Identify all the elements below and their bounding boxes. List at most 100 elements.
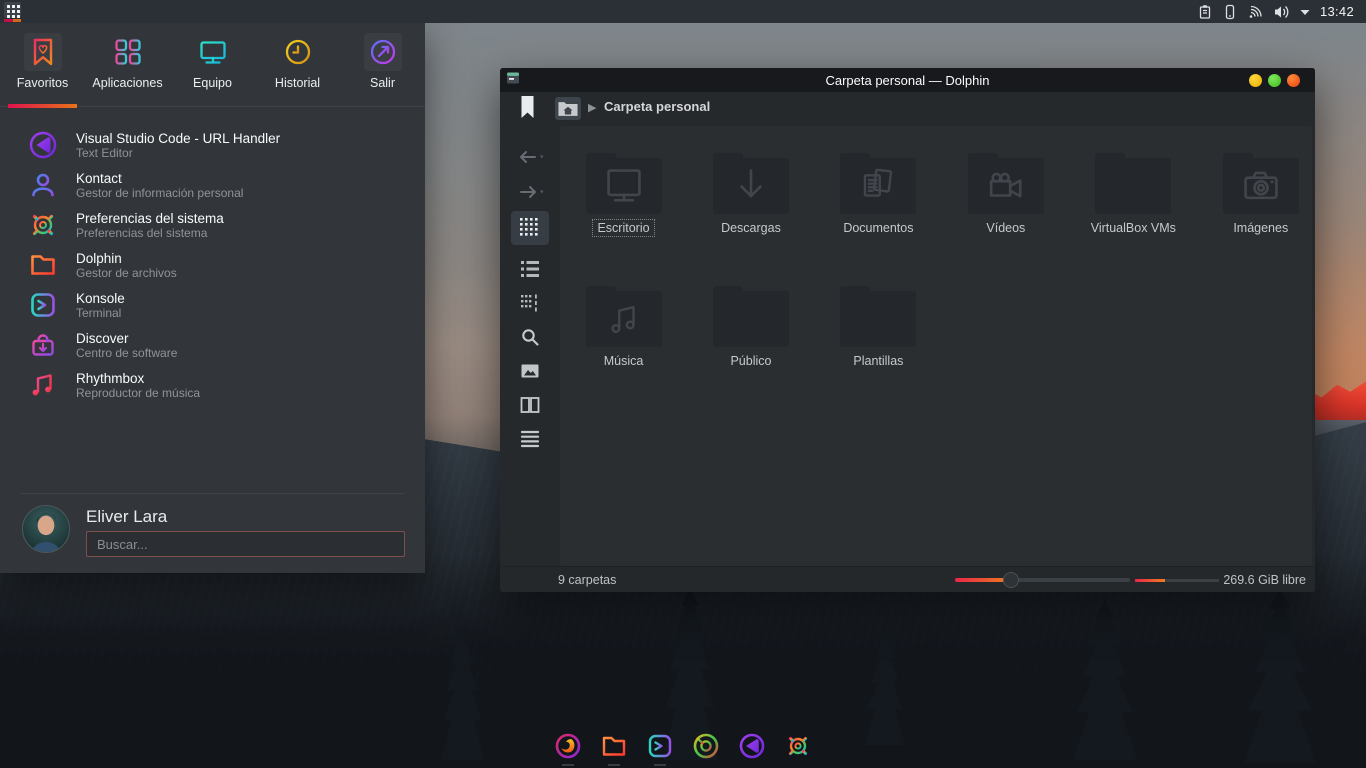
folder-icon [840, 291, 916, 347]
folder-publico[interactable]: Público [689, 285, 812, 370]
system-tray: 13:42 [1197, 4, 1366, 20]
search-icon[interactable] [511, 322, 549, 352]
chevron-right-icon: ▶ [588, 101, 596, 114]
folder-icon [1223, 158, 1299, 214]
clipboard-icon[interactable] [1197, 4, 1213, 20]
list-view-button[interactable] [511, 254, 549, 284]
close-button[interactable] [1287, 74, 1300, 87]
items-count: 9 carpetas [558, 573, 616, 587]
network-wireless-icon[interactable] [1247, 4, 1264, 20]
folder-icon [1095, 158, 1171, 214]
forward-button[interactable] [511, 177, 549, 207]
caret-down-icon[interactable] [1299, 7, 1311, 17]
folder-musica[interactable]: Música [562, 285, 685, 370]
dock-konsole[interactable] [646, 732, 674, 760]
tab-favoritos[interactable]: Favoritos [0, 23, 85, 106]
folder-icon [968, 158, 1044, 214]
volume-icon[interactable] [1273, 4, 1290, 20]
list-item-rhythmbox[interactable]: Rhythmbox Reproductor de música [0, 365, 425, 405]
window-buttons [1249, 74, 1315, 87]
clock-icon [279, 33, 317, 71]
folder-escritorio[interactable]: Escritorio [562, 152, 685, 237]
back-button[interactable] [511, 142, 549, 172]
app-title: Konsole [76, 291, 125, 306]
folder-icon [713, 291, 789, 347]
tab-salir[interactable]: Salir [340, 23, 425, 106]
dock-dolphin-folder[interactable] [600, 732, 628, 760]
folder-descargas[interactable]: Descargas [689, 152, 812, 237]
preview-image-icon[interactable] [511, 356, 549, 386]
compact-view-button[interactable] [511, 288, 549, 318]
tab-historial[interactable]: Historial [255, 23, 340, 106]
tab-label: Salir [370, 76, 395, 90]
list-item-preferencias[interactable]: Preferencias del sistema Preferencias de… [0, 205, 425, 245]
dock-firefox[interactable] [554, 732, 582, 760]
app-subtitle: Gestor de información personal [76, 186, 243, 200]
slider-handle[interactable] [1003, 572, 1019, 588]
minimize-button[interactable] [1249, 74, 1262, 87]
top-panel: 13:42 [0, 0, 1366, 23]
titlebar[interactable]: Carpeta personal — Dolphin [500, 68, 1315, 92]
folder-label: Plantillas [849, 353, 907, 369]
folder-virtualbox-vms[interactable]: VirtualBox VMs [1072, 152, 1195, 237]
maximize-button[interactable] [1268, 74, 1281, 87]
list-item-dolphin[interactable]: Dolphin Gestor de archivos [0, 245, 425, 285]
app-subtitle: Text Editor [76, 146, 280, 160]
app-subtitle: Centro de software [76, 346, 177, 360]
dolphin-window: Carpeta personal — Dolphin ▶ Carpeta per… [500, 68, 1315, 592]
leave-arrow-icon [364, 33, 402, 71]
folder-documentos[interactable]: Documentos [817, 152, 940, 237]
folder-videos[interactable]: Vídeos [944, 152, 1067, 237]
search-input[interactable] [86, 531, 405, 557]
folder-label: Imágenes [1229, 220, 1292, 236]
window-title: Carpeta personal — Dolphin [500, 73, 1315, 88]
tab-equipo[interactable]: Equipo [170, 23, 255, 106]
tab-label: Equipo [193, 76, 232, 90]
phone-icon[interactable] [1222, 4, 1238, 20]
list-item-vscode[interactable]: Visual Studio Code - URL Handler Text Ed… [0, 125, 425, 165]
app-grid-icon [4, 2, 21, 18]
list-item-discover[interactable]: Discover Centro de software [0, 325, 425, 365]
folder-label: Escritorio [593, 220, 653, 236]
list-item-kontact[interactable]: Kontact Gestor de información personal [0, 165, 425, 205]
folder-icon [26, 248, 60, 282]
folder-label: Público [726, 353, 775, 369]
app-grid-icon [109, 33, 147, 71]
dock-settings-gear[interactable] [784, 732, 812, 760]
home-folder-button[interactable] [555, 97, 581, 120]
app-title: Discover [76, 331, 177, 346]
music-note-icon [26, 368, 60, 402]
monitor-icon [194, 33, 232, 71]
bag-download-icon [26, 328, 60, 362]
tab-aplicaciones[interactable]: Aplicaciones [85, 23, 170, 106]
dock-chrome[interactable] [692, 732, 720, 760]
menu-hamburger-icon[interactable] [511, 424, 549, 454]
list-item-konsole[interactable]: Konsole Terminal [0, 285, 425, 325]
dock-vscode[interactable] [738, 732, 766, 760]
bookmark-icon[interactable] [521, 96, 534, 124]
folder-icon [713, 158, 789, 214]
avatar[interactable] [22, 505, 70, 553]
split-view-icon[interactable] [511, 390, 549, 420]
application-launcher-menu: Favoritos Aplicaciones Equipo Historial [0, 23, 425, 573]
free-space: 269.6 GiB libre [1223, 573, 1306, 587]
disk-usage-fill [1135, 579, 1165, 582]
menu-tabs: Favoritos Aplicaciones Equipo Historial [0, 23, 425, 107]
folder-label: VirtualBox VMs [1087, 220, 1180, 236]
files-view: Escritorio Descargas Documentos [560, 126, 1312, 566]
vscode-icon [26, 128, 60, 162]
folder-plantillas[interactable]: Plantillas [817, 285, 940, 370]
breadcrumb[interactable]: Carpeta personal [604, 99, 710, 114]
folder-imagenes[interactable]: Imágenes [1199, 152, 1322, 237]
app-launcher-button[interactable] [3, 0, 27, 23]
clock[interactable]: 13:42 [1320, 4, 1354, 19]
tab-label: Aplicaciones [92, 76, 162, 90]
app-subtitle: Terminal [76, 306, 125, 320]
disk-usage-bar [1135, 579, 1219, 582]
location-toolbar: ▶ Carpeta personal [500, 92, 1315, 126]
folder-label: Descargas [717, 220, 785, 236]
zoom-slider[interactable] [955, 567, 1130, 593]
icons-view-button[interactable] [511, 211, 549, 245]
folder-label: Música [600, 353, 648, 369]
folder-icon [586, 158, 662, 214]
